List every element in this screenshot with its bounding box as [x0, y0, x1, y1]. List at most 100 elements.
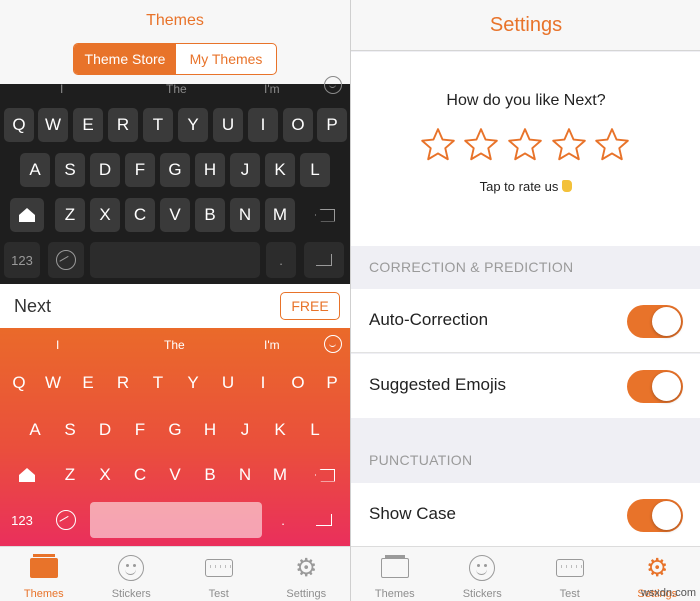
key-c: C	[125, 198, 155, 232]
key-i: I	[248, 108, 278, 142]
setting-label: Auto-Correction	[369, 310, 489, 329]
show-case-toggle[interactable]	[627, 499, 683, 532]
key-z: Z	[55, 198, 85, 232]
swipe-icon	[48, 502, 84, 538]
space-key	[90, 242, 260, 278]
tab-label: Test	[208, 588, 229, 600]
key-row-2: A S D F G H J K L	[0, 413, 350, 447]
star-icon[interactable]	[550, 126, 588, 164]
backspace-icon	[308, 458, 342, 492]
tab-label: Stickers	[462, 588, 502, 600]
period-key: .	[281, 512, 285, 528]
key-o: O	[283, 108, 313, 142]
tab-themes[interactable]: Themes	[0, 547, 88, 601]
settings-screen: Settings How do you like Next? Tap to ra…	[350, 0, 700, 601]
orange-keyboard-preview[interactable]: I The I'm Q W E R T Y U I O P A S D F G …	[0, 328, 350, 546]
emoji-icon	[324, 76, 342, 94]
tab-stickers[interactable]: Stickers	[88, 547, 176, 601]
key-q: Q	[12, 373, 26, 392]
segment-theme-store[interactable]: Theme Store	[74, 44, 176, 74]
nav-bar: Settings	[351, 0, 700, 51]
tab-test[interactable]: Test	[526, 547, 614, 601]
theme-row[interactable]: Next FREE	[0, 284, 350, 328]
key-s: S	[55, 153, 85, 187]
smiley-icon	[118, 555, 145, 581]
dark-keyboard-preview[interactable]: I The I'm Q W E R T Y U I O P A S D F G …	[0, 76, 350, 284]
key-o: O	[291, 373, 305, 392]
key-row-3: Z X C V B N M	[0, 458, 350, 492]
rating-question: How do you like Next?	[446, 92, 606, 109]
key-j: J	[240, 420, 250, 439]
key-u: U	[221, 373, 235, 392]
key-l: L	[300, 153, 330, 187]
key-x: X	[90, 198, 120, 232]
free-button[interactable]: FREE	[280, 292, 340, 320]
tab-themes[interactable]: Themes	[351, 547, 439, 601]
key-p: P	[317, 108, 347, 142]
key-row-bottom: 123 .	[0, 242, 350, 280]
tab-settings[interactable]: ⚙ Settings	[263, 547, 351, 601]
tab-stickers[interactable]: Stickers	[439, 547, 527, 601]
key-row-1: Q W E R T Y U I O P	[0, 108, 350, 142]
pointing-hand-icon	[562, 180, 573, 192]
key-row-1: Q W E R T Y U I O P	[0, 366, 350, 400]
key-z: Z	[64, 465, 76, 484]
page-title: Themes	[146, 12, 204, 29]
key-n: N	[238, 465, 252, 484]
key-t: T	[143, 108, 173, 142]
keyboard-icon	[204, 559, 233, 577]
section-header: CORRECTION & PREDICTION	[369, 259, 574, 275]
key-w: W	[44, 373, 62, 392]
key-r: R	[116, 373, 130, 392]
watermark: wsxdn.com	[640, 587, 696, 599]
suggestion: I	[60, 82, 64, 96]
suggestion: I'm	[264, 82, 280, 96]
star-icon[interactable]	[593, 126, 631, 164]
key-y: Y	[187, 373, 199, 392]
keyboard-icon	[555, 559, 584, 577]
suggested-emojis-toggle[interactable]	[627, 370, 683, 403]
key-p: P	[326, 373, 338, 392]
key-w: W	[38, 108, 68, 142]
setting-label: Show Case	[369, 504, 456, 523]
suggestion-bar: I The I'm	[0, 334, 350, 358]
tab-label: Test	[559, 588, 580, 600]
gear-icon: ⚙	[295, 553, 318, 582]
auto-correction-toggle[interactable]	[627, 305, 683, 338]
key-f: F	[134, 420, 146, 439]
setting-show-case: Show Case	[351, 483, 700, 547]
themes-icon	[29, 554, 58, 578]
key-l: L	[310, 420, 320, 439]
backspace-icon	[308, 198, 342, 232]
key-j: J	[230, 153, 260, 187]
suggestion: I'm	[264, 338, 280, 352]
star-rating	[417, 126, 637, 166]
tab-label: Themes	[374, 588, 415, 600]
key-h: H	[195, 153, 225, 187]
key-g: G	[168, 420, 182, 439]
key-b: B	[204, 465, 216, 484]
key-q: Q	[4, 108, 34, 142]
key-a: A	[29, 420, 41, 439]
key-k: K	[265, 153, 295, 187]
section-header: PUNCTUATION	[369, 452, 473, 468]
key-m: M	[265, 198, 295, 232]
star-icon[interactable]	[419, 126, 457, 164]
shift-key-icon	[10, 198, 44, 232]
tab-label: Settings	[286, 588, 327, 600]
shift-key-icon	[10, 458, 44, 492]
period-key: .	[266, 242, 296, 278]
suggestion: The	[166, 82, 187, 96]
suggestion: The	[164, 338, 185, 352]
numbers-key: 123	[11, 512, 33, 528]
tab-test[interactable]: Test	[175, 547, 263, 601]
segment-my-themes[interactable]: My Themes	[176, 44, 276, 74]
numbers-key: 123	[4, 242, 40, 278]
key-e: E	[82, 373, 94, 392]
key-v: V	[160, 198, 190, 232]
key-b: B	[195, 198, 225, 232]
key-c: C	[133, 465, 147, 484]
tab-label: Themes	[23, 588, 64, 600]
star-icon[interactable]	[462, 126, 500, 164]
star-icon[interactable]	[506, 126, 544, 164]
